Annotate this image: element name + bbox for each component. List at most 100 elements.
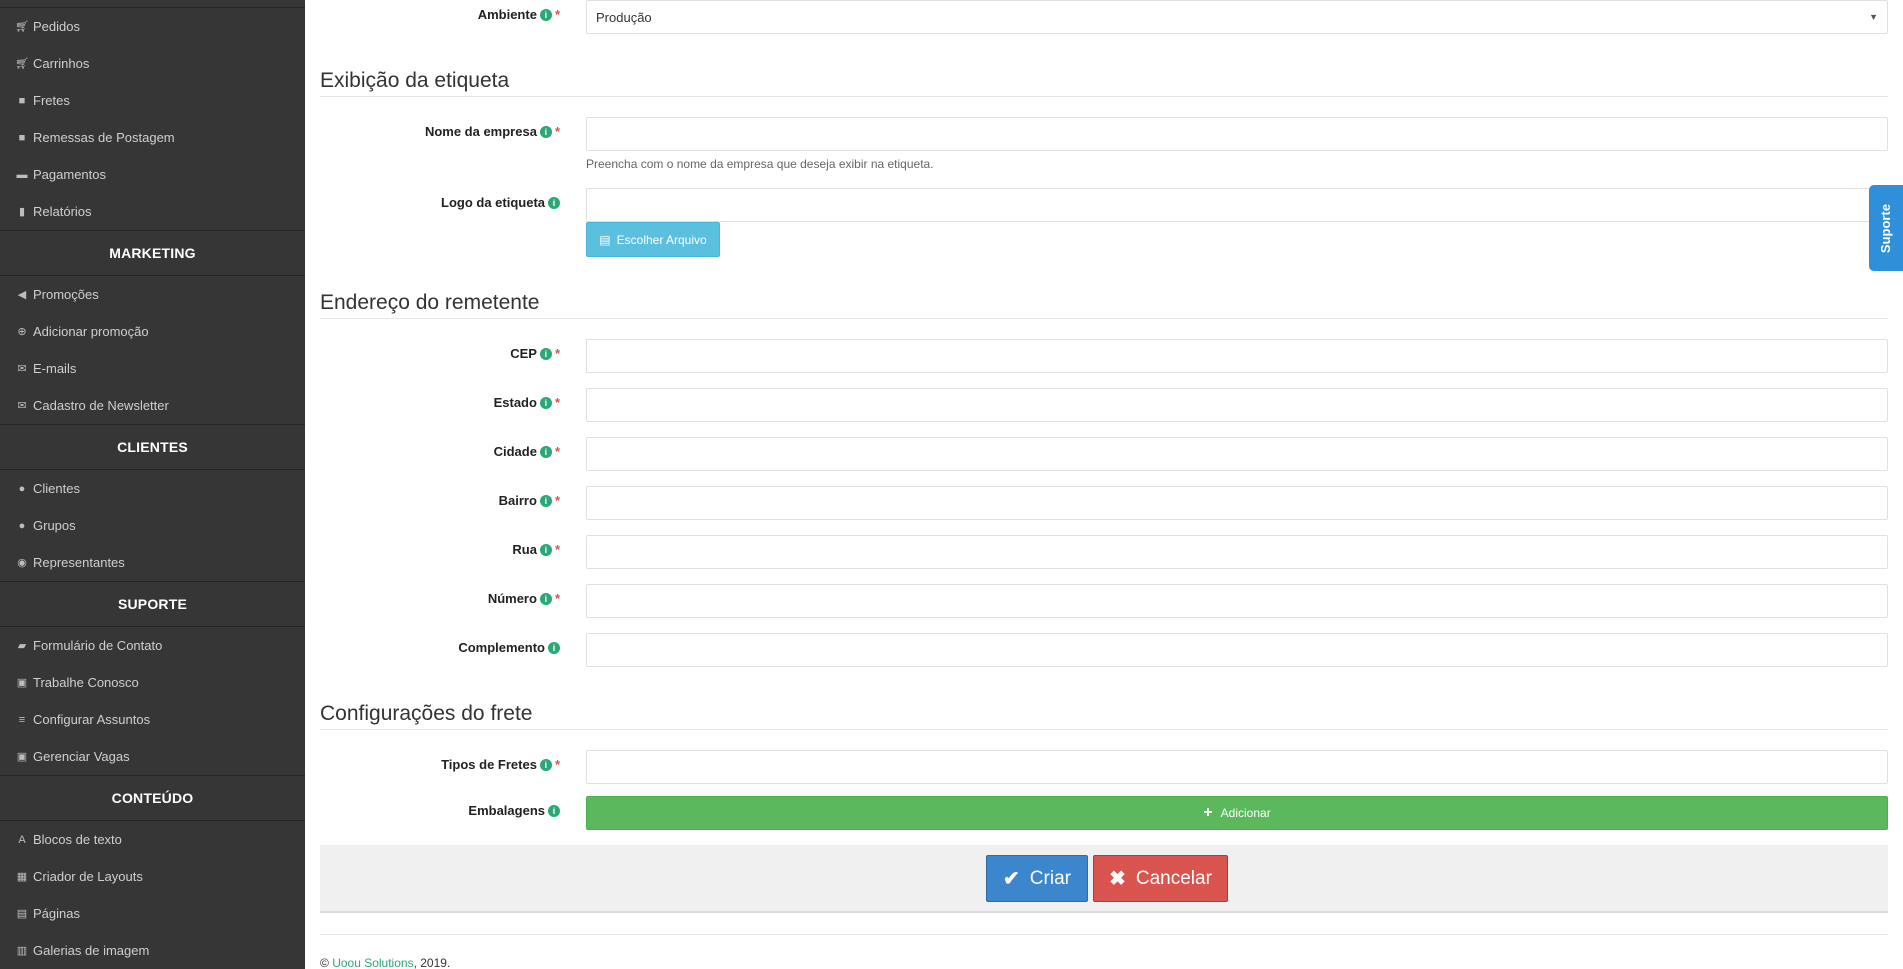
- user-circle-icon: ◉: [17, 557, 27, 569]
- rua-label: Rua i *: [512, 542, 560, 557]
- sidebar-item-promocoes[interactable]: ◀ Promoções: [0, 276, 305, 313]
- file-icon: ▤: [599, 232, 611, 247]
- sidebar-item-formulario-contato[interactable]: ▰ Formulário de Contato: [0, 627, 305, 664]
- info-icon[interactable]: i: [539, 592, 552, 605]
- numero-input[interactable]: [586, 584, 1888, 618]
- sidebar-item-trabalhe-conosco[interactable]: ▣ Trabalhe Conosco: [0, 664, 305, 701]
- sidebar-top-divider: [0, 0, 305, 8]
- sidebar: 🛒︎ Pedidos 🛒︎ Carrinhos ■ Fretes ■ Remessas …: [0, 0, 305, 969]
- sidebar-item-clientes[interactable]: ● Clientes: [0, 470, 305, 507]
- choose-file-button[interactable]: ▤ Escolher Arquivo: [586, 222, 720, 257]
- sidebar-item-newsletter[interactable]: ✉ Cadastro de Newsletter: [0, 387, 305, 424]
- plus-circle-icon: ⊕: [17, 326, 27, 338]
- main-content: Ambiente i * Produção ▼ Exibição da etiquet…: [305, 0, 1903, 969]
- complemento-label: Complemento i: [458, 640, 560, 655]
- nome-empresa-hint: Preencha com o nome da empresa que desej…: [586, 157, 934, 171]
- sidebar-item-remessas[interactable]: ■ Remessas de Postagem: [0, 119, 305, 156]
- footer: © Uoou Solutions, 2019.: [320, 956, 451, 969]
- create-button[interactable]: ✔ Criar: [986, 855, 1088, 902]
- sidebar-item-fretes[interactable]: ■ Fretes: [0, 82, 305, 119]
- required-marker: *: [554, 124, 560, 139]
- sidebar-item-configurar-assuntos[interactable]: ≡ Configurar Assuntos: [0, 701, 305, 738]
- required-marker: *: [554, 591, 560, 606]
- file-icon: ▤: [16, 908, 28, 920]
- cidade-label: Cidade i *: [493, 444, 560, 459]
- section-title-etiqueta: Exibição da etiqueta: [320, 69, 1888, 97]
- nome-empresa-label: Nome da empresa i *: [424, 124, 560, 139]
- sidebar-item-grupos[interactable]: ● Grupos: [0, 507, 305, 544]
- complemento-input[interactable]: [586, 633, 1888, 667]
- info-icon[interactable]: i: [539, 125, 552, 138]
- sidebar-item-criador-layouts[interactable]: ▦ Criador de Layouts: [0, 858, 305, 895]
- list-icon: ≡: [18, 713, 26, 726]
- bairro-input[interactable]: [586, 486, 1888, 520]
- info-icon[interactable]: i: [539, 494, 552, 507]
- required-marker: *: [554, 757, 560, 772]
- plus-icon: +: [1203, 804, 1213, 821]
- cart-icon: 🛒︎: [15, 21, 29, 33]
- required-marker: *: [554, 493, 560, 508]
- info-icon[interactable]: i: [539, 543, 552, 556]
- user-icon: ●: [18, 482, 26, 495]
- info-icon[interactable]: i: [539, 396, 552, 409]
- check-icon: ✔: [1003, 868, 1020, 890]
- envelope-icon: ✉: [17, 400, 27, 412]
- sidebar-item-pagamentos[interactable]: ▬ Pagamentos: [0, 156, 305, 193]
- credit-card-icon: ▬: [16, 168, 28, 181]
- cep-input[interactable]: [586, 339, 1888, 373]
- nome-empresa-input[interactable]: [586, 117, 1888, 151]
- required-marker: *: [554, 346, 560, 361]
- sidebar-section-conteudo: CONTEÚDO: [0, 775, 305, 821]
- logo-etiqueta-field: [586, 188, 1888, 222]
- users-icon: ●: [18, 519, 26, 532]
- cancel-button[interactable]: ✖ Cancelar: [1093, 855, 1228, 902]
- envelope-icon: ✉: [17, 363, 27, 375]
- estado-label: Estado i *: [493, 395, 560, 410]
- embalagens-label: Embalagens i: [468, 803, 560, 818]
- cep-label: CEP i *: [510, 346, 560, 361]
- support-tab[interactable]: Suporte: [1869, 185, 1903, 271]
- sidebar-item-galerias[interactable]: ▥ Galerias de imagem: [0, 932, 305, 969]
- section-title-remetente: Endereço do remetente: [320, 291, 1888, 319]
- info-icon[interactable]: i: [539, 758, 552, 771]
- info-icon[interactable]: i: [548, 641, 560, 654]
- sidebar-item-blocos-texto[interactable]: A Blocos de texto: [0, 821, 305, 858]
- layout-icon: ▦: [16, 871, 28, 883]
- font-icon: A: [18, 833, 26, 846]
- truck-icon: ■: [18, 131, 26, 144]
- company-link[interactable]: Uoou Solutions: [332, 956, 413, 969]
- estado-input[interactable]: [586, 388, 1888, 422]
- sidebar-section-marketing: MARKETING: [0, 230, 305, 276]
- comment-icon: ▰: [17, 640, 27, 652]
- ambiente-select[interactable]: Produção ▼: [586, 0, 1888, 34]
- briefcase-icon: ▣: [16, 677, 28, 689]
- bullhorn-icon: ◀: [17, 289, 27, 301]
- bar-chart-icon: ▮: [18, 206, 26, 218]
- info-icon[interactable]: i: [548, 804, 560, 817]
- sidebar-item-paginas[interactable]: ▤ Páginas: [0, 895, 305, 932]
- ambiente-label: Ambiente i *: [477, 7, 560, 22]
- sidebar-item-adicionar-promocao[interactable]: ⊕ Adicionar promoção: [0, 313, 305, 350]
- required-marker: *: [554, 444, 560, 459]
- add-embalagem-button[interactable]: + Adicionar: [586, 796, 1888, 830]
- info-icon[interactable]: i: [539, 347, 552, 360]
- bairro-label: Bairro i *: [498, 493, 560, 508]
- info-icon[interactable]: i: [539, 445, 552, 458]
- sidebar-item-representantes[interactable]: ◉ Representantes: [0, 544, 305, 581]
- cidade-input[interactable]: [586, 437, 1888, 471]
- logo-etiqueta-label: Logo da etiqueta i: [441, 195, 560, 210]
- tipos-fretes-input[interactable]: [586, 750, 1888, 784]
- sidebar-section-suporte: SUPORTE: [0, 581, 305, 627]
- info-icon[interactable]: i: [548, 196, 560, 209]
- truck-icon: ■: [18, 94, 26, 107]
- rua-input[interactable]: [586, 535, 1888, 569]
- briefcase-icon: ▣: [16, 751, 28, 763]
- info-icon[interactable]: i: [539, 8, 552, 21]
- close-icon: ✖: [1109, 868, 1126, 890]
- sidebar-item-carrinhos[interactable]: 🛒︎ Carrinhos: [0, 45, 305, 82]
- form-actions-bar: ✔ Criar ✖ Cancelar: [320, 845, 1888, 913]
- sidebar-item-relatorios[interactable]: ▮ Relatórios: [0, 193, 305, 230]
- sidebar-item-emails[interactable]: ✉ E-mails: [0, 350, 305, 387]
- sidebar-item-pedidos[interactable]: 🛒︎ Pedidos: [0, 8, 305, 45]
- sidebar-item-gerenciar-vagas[interactable]: ▣ Gerenciar Vagas: [0, 738, 305, 775]
